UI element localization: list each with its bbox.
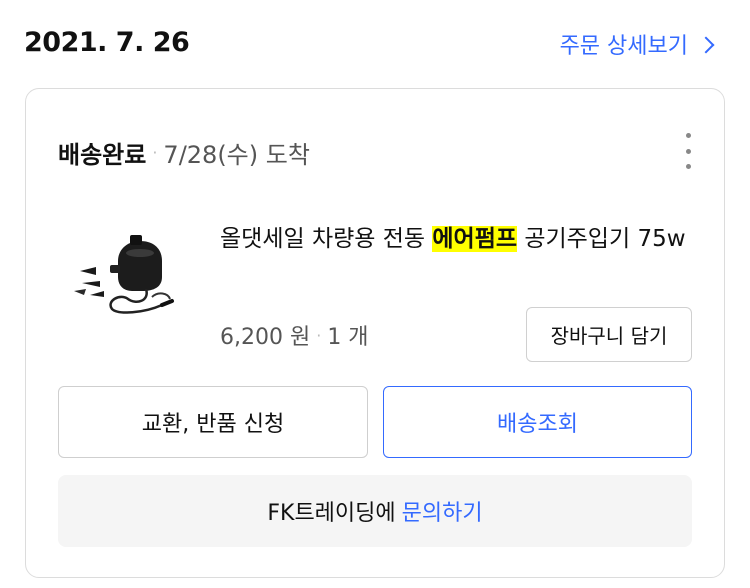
price-quantity-row: 6,200 원 · 1 개 xyxy=(220,319,369,351)
product-name-prefix: 올댓세일 차량용 전동 xyxy=(220,226,433,252)
air-pump-icon xyxy=(74,235,174,314)
seller-inquiry-bar[interactable]: FK트레이딩에 문의하기 xyxy=(58,475,692,547)
product-quantity: 1 개 xyxy=(327,325,369,350)
price-separator: · xyxy=(316,325,322,345)
order-date: 2021. 7. 26 xyxy=(24,27,190,58)
product-name-highlight: 에어펌프 xyxy=(432,226,518,252)
product-thumbnail[interactable] xyxy=(66,231,176,317)
track-delivery-button[interactable]: 배송조회 xyxy=(383,386,692,458)
inquiry-link[interactable]: 문의하기 xyxy=(402,495,483,527)
product-name[interactable]: 올댓세일 차량용 전동 에어펌프 공기주입기 75w xyxy=(220,217,690,261)
add-to-cart-button[interactable]: 장바구니 담기 xyxy=(526,307,692,362)
order-card: 배송완료 · 7/28(수) 도착 올댓세일 차량용 전동 에어펌프 공기주입기… xyxy=(25,88,725,578)
product-price: 6,200 원 xyxy=(220,325,311,350)
arrival-date: 7/28(수) 도착 xyxy=(163,141,310,169)
status-separator: · xyxy=(152,143,158,162)
chevron-right-icon xyxy=(697,36,715,53)
exchange-return-button[interactable]: 교환, 반품 신청 xyxy=(58,386,368,458)
delivery-status-row: 배송완료 · 7/28(수) 도착 xyxy=(58,135,310,170)
product-name-suffix: 공기주입기 75w xyxy=(517,226,686,252)
order-detail-link[interactable]: 주문 상세보기 xyxy=(559,28,715,60)
seller-name: FK트레이딩에 xyxy=(267,501,396,526)
delivery-status: 배송완료 xyxy=(58,141,147,169)
order-detail-label: 주문 상세보기 xyxy=(559,34,688,59)
more-options-icon[interactable] xyxy=(676,133,700,169)
